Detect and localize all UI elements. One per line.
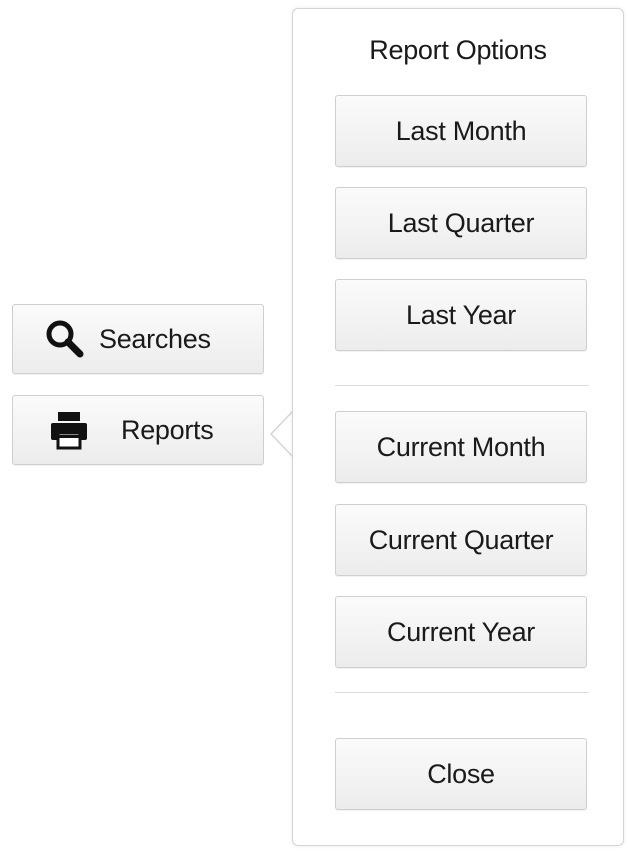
last-year-button[interactable]: Last Year	[335, 279, 587, 351]
current-month-label: Current Month	[376, 431, 546, 462]
current-quarter-button[interactable]: Current Quarter	[335, 504, 587, 576]
current-year-label: Current Year	[387, 616, 535, 647]
reports-button-label: Reports	[121, 414, 214, 445]
popover-title: Report Options	[369, 35, 547, 65]
searches-button-label: Searches	[99, 323, 211, 354]
last-year-label: Last Year	[406, 299, 516, 330]
last-quarter-button[interactable]: Last Quarter	[335, 187, 587, 259]
printer-icon	[47, 408, 91, 452]
popover-arrow-fill	[272, 411, 294, 457]
close-label: Close	[427, 758, 495, 789]
last-quarter-label: Last Quarter	[387, 207, 535, 238]
current-quarter-label: Current Quarter	[368, 524, 554, 555]
last-month-label: Last Month	[395, 115, 527, 146]
divider	[335, 385, 589, 386]
divider	[335, 692, 589, 693]
current-month-button[interactable]: Current Month	[335, 411, 587, 483]
searches-button[interactable]: Searches	[12, 304, 264, 374]
current-year-button[interactable]: Current Year	[335, 596, 587, 668]
search-icon	[43, 317, 87, 361]
reports-button[interactable]: Reports	[12, 395, 264, 465]
last-month-button[interactable]: Last Month	[335, 95, 587, 167]
close-button[interactable]: Close	[335, 738, 587, 810]
report-options-popover: Report Options Last Month Last Quarter L…	[292, 8, 624, 846]
